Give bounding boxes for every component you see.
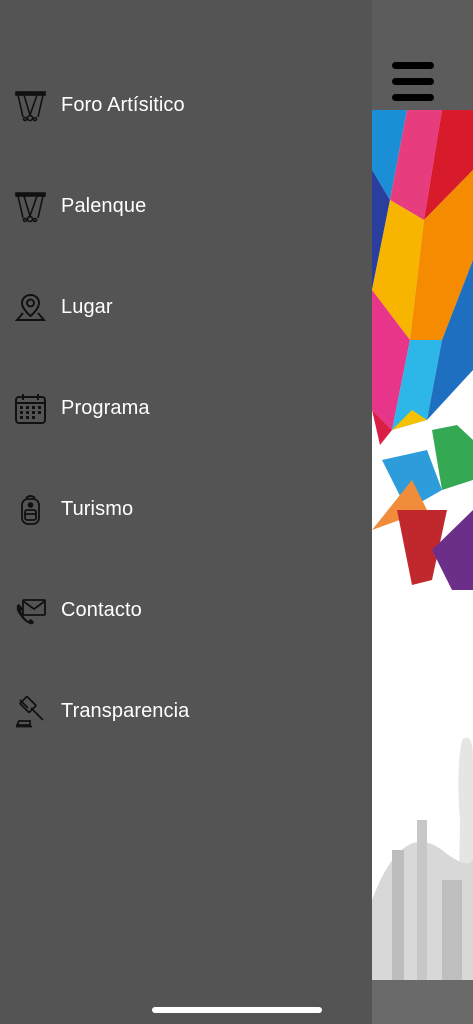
menu-item-transparencia[interactable]: Transparencia	[0, 661, 372, 762]
arena-icon	[14, 190, 47, 223]
menu-item-foro-artistico[interactable]: Foro Artísitico	[0, 55, 372, 156]
menu-item-label: Foro Artísitico	[61, 94, 185, 116]
main-content-peek[interactable]	[372, 0, 473, 1024]
main-footer	[372, 980, 473, 1024]
menu-item-label: Transparencia	[61, 700, 190, 722]
menu-item-lugar[interactable]: Lugar	[0, 257, 372, 358]
menu-item-label: Turismo	[61, 498, 134, 520]
hamburger-menu-icon[interactable]	[392, 62, 434, 102]
menu-item-label: Lugar	[61, 296, 113, 318]
calendar-icon	[14, 392, 47, 425]
side-drawer: Foro Artísitico Palenque Lugar Programa …	[0, 0, 372, 1024]
map-pin-icon	[14, 291, 47, 324]
mail-phone-icon	[14, 594, 47, 627]
drawer-menu: Foro Artísitico Palenque Lugar Programa …	[0, 55, 372, 762]
backpack-icon	[14, 493, 47, 526]
main-header	[372, 0, 473, 110]
stage-icon	[14, 89, 47, 122]
menu-item-palenque[interactable]: Palenque	[0, 156, 372, 257]
app-screen: Foro Artísitico Palenque Lugar Programa …	[0, 0, 473, 1024]
menu-item-turismo[interactable]: Turismo	[0, 459, 372, 560]
menu-item-label: Palenque	[61, 195, 147, 217]
city-skyline-illustration	[372, 700, 473, 990]
home-indicator[interactable]	[152, 1007, 322, 1013]
menu-item-label: Programa	[61, 397, 150, 419]
menu-item-programa[interactable]: Programa	[0, 358, 372, 459]
menu-item-label: Contacto	[61, 599, 142, 621]
menu-item-contacto[interactable]: Contacto	[0, 560, 372, 661]
festival-banner-art	[372, 110, 473, 610]
gavel-icon	[14, 695, 47, 728]
